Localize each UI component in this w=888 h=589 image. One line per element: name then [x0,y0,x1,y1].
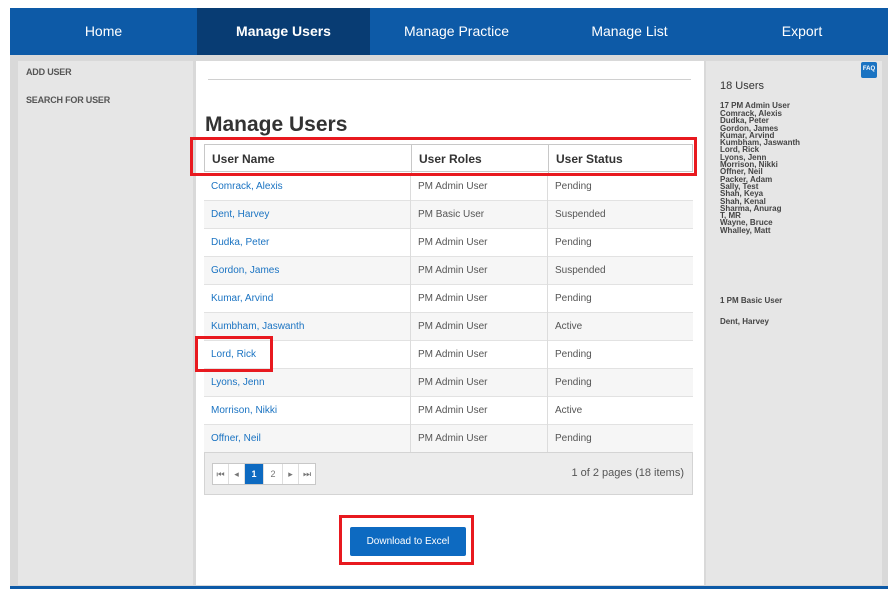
basic-group-heading: 1 PM Basic User [720,296,783,305]
table-row: Morrison, Nikki PM Admin User Active [204,397,693,425]
user-role: PM Admin User [410,341,547,369]
user-status: Suspended [547,201,693,229]
user-role: PM Admin User [410,285,547,313]
table-row: Lord, Rick PM Admin User Pending [204,341,693,369]
user-status: Pending [547,425,693,453]
user-role: PM Basic User [410,201,547,229]
user-status: Suspended [547,257,693,285]
table-row: Kumar, Arvind PM Admin User Pending [204,285,693,313]
user-role: PM Admin User [410,257,547,285]
table-row: Kumbham, Jaswanth PM Admin User Active [204,313,693,341]
app-root: Home Manage Users Manage Practice Manage… [0,0,888,589]
table-row: Gordon, James PM Admin User Suspended [204,257,693,285]
table-pager: ⏮ ◂ 1 2 ▸ ⏭ 1 of 2 pages (18 items) [204,452,693,495]
tab-export[interactable]: Export [716,8,888,55]
user-role: PM Admin User [410,173,547,201]
page-1-button[interactable]: 1 [245,464,264,484]
users-count: 18 Users [720,80,765,92]
first-page-icon[interactable]: ⏮ [213,464,229,484]
next-page-icon[interactable]: ▸ [283,464,299,484]
tab-manage-practice[interactable]: Manage Practice [370,8,543,55]
download-button-highlight [339,515,474,565]
lord-rick-highlight [195,336,273,372]
basic-user-item: Dent, Harvey [720,317,769,326]
admin-user-list: Comrack, Alexis Dudka, Peter Gordon, Jam… [720,109,800,235]
user-name-link[interactable]: Gordon, James [204,257,410,285]
user-name-link[interactable]: Morrison, Nikki [204,397,410,425]
table-header-highlight [190,137,697,176]
user-name-link[interactable]: Offner, Neil [204,425,410,453]
table-row: Comrack, Alexis PM Admin User Pending [204,173,693,201]
user-status: Active [547,397,693,425]
user-status: Pending [547,285,693,313]
left-sidebar [18,61,193,585]
last-page-icon[interactable]: ⏭ [299,464,315,484]
tab-manage-list[interactable]: Manage List [543,8,716,55]
user-status: Pending [547,173,693,201]
user-status: Active [547,313,693,341]
user-role: PM Admin User [410,369,547,397]
user-name-link[interactable]: Lyons, Jenn [204,369,410,397]
sidebar-item-add-user[interactable]: ADD USER [26,67,72,77]
user-name-link[interactable]: Dudka, Peter [204,229,410,257]
user-role: PM Admin User [410,425,547,453]
table-row: Lyons, Jenn PM Admin User Pending [204,369,693,397]
top-navigation: Home Manage Users Manage Practice Manage… [10,8,888,55]
user-role: PM Admin User [410,313,547,341]
user-role: PM Admin User [410,229,547,257]
table-row: Dent, Harvey PM Basic User Suspended [204,201,693,229]
pager-controls: ⏮ ◂ 1 2 ▸ ⏭ [212,463,316,485]
page-2-button[interactable]: 2 [264,464,283,484]
user-status: Pending [547,341,693,369]
user-role: PM Admin User [410,397,547,425]
table-row: Dudka, Peter PM Admin User Pending [204,229,693,257]
previous-page-icon[interactable]: ◂ [229,464,245,484]
user-status: Pending [547,229,693,257]
list-item: Whalley, Matt [720,225,771,235]
user-status: Pending [547,369,693,397]
user-name-link[interactable]: Kumar, Arvind [204,285,410,313]
tab-home[interactable]: Home [10,8,197,55]
divider [208,79,691,80]
sidebar-item-search-for-user[interactable]: SEARCH FOR USER [26,95,110,105]
user-name-link[interactable]: Dent, Harvey [204,201,410,229]
user-name-link[interactable]: Comrack, Alexis [204,173,410,201]
table-row: Offner, Neil PM Admin User Pending [204,425,693,453]
tab-manage-users[interactable]: Manage Users [197,8,370,55]
page-title: Manage Users [205,113,348,136]
faq-icon[interactable]: FAQ [861,62,877,78]
pager-info: 1 of 2 pages (18 items) [571,467,684,479]
